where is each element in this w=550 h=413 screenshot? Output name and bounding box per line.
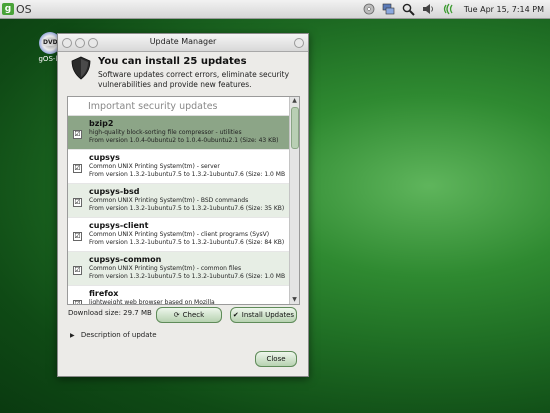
package-name: cupsys-client [89,221,149,230]
update-row[interactable]: ☑ cupsys Common UNIX Printing System(tm) -… [68,150,299,184]
close-label: Close [266,355,286,363]
update-checkbox[interactable]: ☑ [73,198,82,207]
package-description: high-quality block-sorting file compress… [89,129,242,136]
package-description: lightweight web browser based on Mozilla [89,299,215,305]
package-name: bzip2 [89,119,114,128]
package-name: cupsys [89,153,120,162]
package-version: From version 1.3.2-1ubuntu7.5 to 1.3.2-1… [89,239,285,246]
update-checkbox[interactable]: ☑ [73,232,82,241]
package-version: From version 1.0.4-0ubuntu2 to 1.0.4-0ub… [89,137,279,144]
check-button[interactable]: ⟳ Check [156,307,222,323]
gos-logo-icon: g [2,3,14,15]
package-description: Common UNIX Printing System(tm) - BSD co… [89,197,249,204]
description-label: Description of update [80,331,157,339]
refresh-icon: ⟳ [173,311,180,319]
close-button[interactable]: Close [255,351,297,367]
wifi-icon[interactable] [442,2,456,16]
window-title: Update Manager [149,37,217,46]
package-name: cupsys-common [89,255,162,264]
update-checkbox[interactable]: ☑ [73,164,82,173]
package-version: From version 1.3.2-1ubuntu7.5 to 1.3.2-1… [89,273,286,280]
update-row[interactable]: ☑ cupsys-common Common UNIX Printing Syste… [68,252,299,286]
package-version: From version 1.3.2-1ubuntu7.5 to 1.3.2-1… [89,205,285,212]
install-icon: ✔ [232,311,239,319]
update-row[interactable]: ☑ cupsys-client Common UNIX Printing Syste… [68,218,299,252]
package-name: cupsys-bsd [89,187,140,196]
package-description: Common UNIX Printing System(tm) - client… [89,231,270,238]
clock[interactable]: Tue Apr 15, 7:14 PM [464,5,544,14]
scroll-down-icon[interactable]: ▼ [290,296,299,304]
install-updates-button[interactable]: ✔ Install Updates [230,307,297,323]
window-titlebar[interactable]: Update Manager [58,34,308,52]
update-row[interactable]: ☑ cupsys-bsd Common UNIX Printing System(t… [68,184,299,218]
network-icon[interactable] [382,2,396,16]
package-description: Common UNIX Printing System(tm) - server [89,163,220,170]
system-tray: Tue Apr 15, 7:14 PM [362,2,544,16]
updates-scrollbar[interactable]: ▲ ▼ [289,97,299,304]
download-size: Download size: 29.7 MB [68,309,152,317]
section-header: Important security updates [68,97,299,116]
update-row[interactable]: ☑ bzip2 high-quality block-sorting file co… [68,116,299,150]
update-checkbox[interactable]: ☑ [73,266,82,275]
install-label: Install Updates [241,311,295,319]
update-row[interactable]: ☑ firefox lightweight web browser based on… [68,286,299,305]
scroll-up-icon[interactable]: ▲ [290,97,299,105]
gos-logo-text: OS [16,2,32,16]
update-manager-window: Update Manager You can install 25 update… [57,33,309,377]
gos-menu-button[interactable]: g OS [2,2,32,16]
update-shield-icon [71,56,91,80]
close-window-button[interactable] [294,38,304,48]
top-panel: g OS Tue Apr 15, 7:14 PM [0,0,550,19]
description-expander[interactable]: ▶ Description of update [70,331,157,339]
package-description: Common UNIX Printing System(tm) - common… [89,265,242,272]
cd-icon[interactable] [362,2,376,16]
updates-list[interactable]: Important security updates ☑ bzip2 high-qu… [67,96,300,305]
update-checkbox[interactable]: ☑ [73,300,82,304]
update-checkbox[interactable]: ☑ [73,130,82,139]
header-title: You can install 25 updates [98,56,247,67]
expander-arrow-icon: ▶ [70,332,75,339]
volume-icon[interactable] [422,2,436,16]
scroll-thumb[interactable] [291,107,299,149]
package-name: firefox [89,289,119,298]
header-description: Software updates correct errors, elimina… [98,70,290,89]
package-version: From version 1.3.2-1ubuntu7.5 to 1.3.2-1… [89,171,286,178]
search-icon[interactable] [402,2,416,16]
check-label: Check [182,311,205,319]
